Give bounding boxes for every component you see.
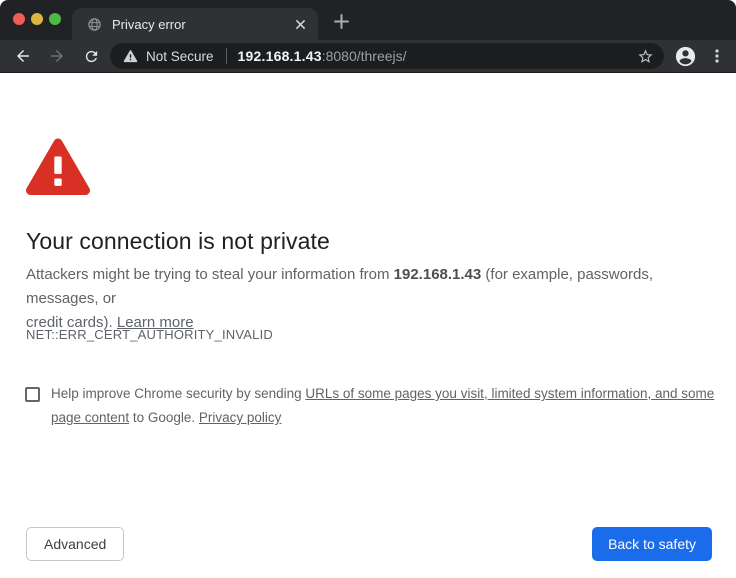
back-button[interactable] — [10, 43, 36, 69]
security-label: Not Secure — [146, 49, 214, 64]
tab-strip: Privacy error — [0, 0, 736, 40]
consent-text: Help improve Chrome security by sending … — [51, 382, 714, 430]
advanced-button[interactable]: Advanced — [26, 527, 124, 561]
avatar-icon — [674, 45, 697, 68]
bookmark-button[interactable] — [634, 45, 656, 67]
intro-text: Attackers might be trying to steal your … — [26, 263, 726, 335]
browser-window: Privacy error — [0, 0, 736, 578]
forward-arrow-icon — [48, 47, 66, 65]
tab-title: Privacy error — [112, 17, 291, 32]
back-to-safety-button[interactable]: Back to safety — [592, 527, 712, 561]
consent-report-link-continued[interactable]: page content — [51, 410, 129, 425]
zoom-window-button[interactable] — [49, 13, 61, 25]
kebab-menu-icon — [709, 48, 725, 64]
button-row: Advanced Back to safety — [0, 527, 736, 561]
intro-host: 192.168.1.43 — [394, 266, 482, 283]
profile-button[interactable] — [673, 44, 697, 68]
consent-prefix: Help improve Chrome security by sending — [51, 386, 305, 401]
page-title: Your connection is not private — [26, 228, 330, 255]
error-code: NET::ERR_CERT_AUTHORITY_INVALID — [26, 327, 273, 342]
privacy-policy-link[interactable]: Privacy policy — [199, 410, 282, 425]
consent-row: Help improve Chrome security by sending … — [25, 382, 715, 430]
security-chip[interactable]: Not Secure — [123, 49, 214, 64]
intro-line1-pre: Attackers might be trying to steal your … — [26, 266, 394, 283]
close-window-button[interactable] — [13, 13, 25, 25]
minimize-window-button[interactable] — [31, 13, 43, 25]
reload-icon — [83, 48, 100, 65]
consent-middle: to Google. — [129, 410, 199, 425]
error-page: Your connection is not private Attackers… — [0, 73, 736, 578]
new-tab-button[interactable] — [329, 9, 353, 33]
macos-traffic-lights — [13, 13, 61, 25]
consent-report-link[interactable]: URLs of some pages you visit, limited sy… — [305, 386, 714, 401]
url-path: :8080/threejs/ — [322, 48, 407, 64]
warning-triangle-icon — [25, 136, 91, 203]
plus-icon — [334, 14, 349, 29]
back-arrow-icon — [14, 47, 32, 65]
consent-checkbox[interactable] — [25, 387, 40, 402]
url-host: 192.168.1.43 — [238, 48, 322, 64]
address-bar[interactable]: Not Secure 192.168.1.43:8080/threejs/ — [110, 43, 664, 69]
tab-privacy-error[interactable]: Privacy error — [72, 8, 318, 40]
omnibox-divider — [226, 48, 227, 64]
reload-button[interactable] — [78, 43, 104, 69]
url-text[interactable]: 192.168.1.43:8080/threejs/ — [238, 48, 407, 64]
browser-menu-button[interactable] — [706, 45, 728, 67]
globe-icon — [87, 17, 102, 32]
star-icon — [637, 48, 654, 65]
forward-button[interactable] — [44, 43, 70, 69]
browser-toolbar: Not Secure 192.168.1.43:8080/threejs/ — [0, 40, 736, 73]
warning-triangle-icon — [123, 49, 138, 63]
close-tab-icon[interactable] — [291, 15, 309, 33]
